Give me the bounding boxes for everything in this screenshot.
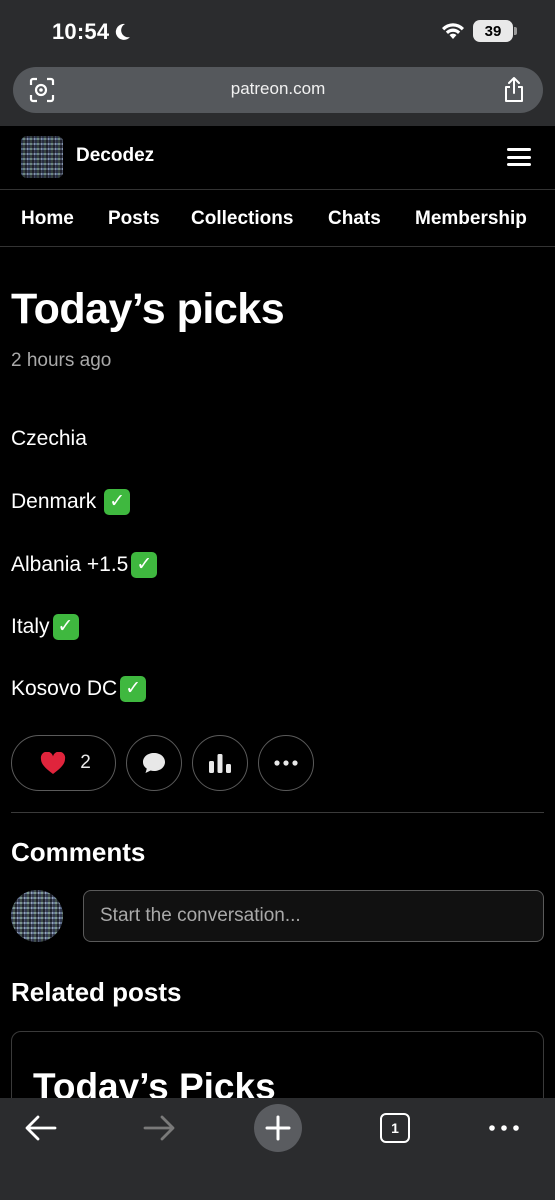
comments-heading: Comments	[11, 837, 146, 867]
check-mark-icon: ✓	[131, 552, 158, 578]
stats-icon	[209, 754, 231, 773]
status-time-text: 10:54	[52, 19, 110, 44]
status-indicators: 39	[441, 20, 517, 42]
comment-icon	[143, 753, 165, 773]
post-actions: 2	[11, 735, 314, 791]
browser-toolbar: 1	[0, 1098, 555, 1200]
share-icon[interactable]	[502, 76, 526, 104]
new-tab-button[interactable]	[254, 1104, 302, 1152]
check-mark-icon: ✓	[52, 614, 79, 640]
post-timestamp: 2 hours ago	[11, 350, 112, 371]
tabs-button[interactable]: 1	[371, 1108, 419, 1148]
comment-button[interactable]	[126, 735, 182, 791]
more-icon	[274, 760, 298, 766]
address-bar[interactable]: patreon.com	[13, 67, 543, 113]
pick-text: Kosovo DC	[11, 677, 118, 700]
tab-posts[interactable]: Posts	[108, 208, 160, 230]
like-count: 2	[80, 752, 91, 773]
pick-text: Albania +1.5	[11, 553, 129, 576]
site-header: Decodez	[0, 126, 555, 190]
creator-name[interactable]: Decodez	[76, 145, 154, 167]
tab-collections[interactable]: Collections	[191, 208, 293, 230]
back-button[interactable]	[17, 1108, 65, 1148]
creator-avatar[interactable]	[21, 136, 63, 178]
pick-item: Kosovo DC ✓	[11, 676, 147, 702]
pick-item: Albania +1.5 ✓	[11, 552, 158, 578]
status-time: 10:54	[52, 19, 131, 45]
pick-text: Denmark	[11, 490, 97, 513]
related-posts-heading: Related posts	[11, 977, 182, 1007]
stats-button[interactable]	[192, 735, 248, 791]
tab-membership[interactable]: Membership	[415, 208, 527, 230]
nav-tabs: Home Posts Collections Chats Membership	[0, 191, 555, 247]
plus-icon	[265, 1115, 291, 1141]
back-arrow-icon	[25, 1115, 57, 1141]
post-title: Today’s picks	[11, 285, 285, 333]
like-button[interactable]: 2	[11, 735, 116, 791]
tab-home[interactable]: Home	[21, 208, 74, 230]
browser-menu-button[interactable]	[480, 1108, 528, 1148]
pick-item: Italy ✓	[11, 614, 79, 640]
user-avatar	[11, 890, 63, 942]
wifi-icon	[442, 23, 464, 39]
pick-item: Denmark ✓	[11, 489, 131, 515]
browser-chrome-top: 10:54 39 patreon.com	[0, 0, 555, 126]
more-options-button[interactable]	[258, 735, 314, 791]
battery-indicator: 39	[473, 20, 517, 42]
pick-text: Czechia	[11, 427, 87, 450]
pick-text: Italy	[11, 615, 50, 638]
menu-icon[interactable]	[507, 148, 531, 166]
pick-item: Czechia	[11, 427, 87, 451]
tab-chats[interactable]: Chats	[328, 208, 381, 230]
forward-button[interactable]	[135, 1108, 183, 1148]
divider	[11, 812, 544, 813]
more-icon	[489, 1125, 519, 1131]
moon-icon	[116, 23, 131, 40]
check-mark-icon: ✓	[120, 676, 147, 702]
url-text: patreon.com	[230, 79, 326, 98]
heart-icon	[41, 751, 66, 774]
forward-arrow-icon	[143, 1115, 175, 1141]
tabs-icon: 1	[380, 1113, 410, 1143]
comment-input[interactable]	[83, 890, 544, 942]
check-mark-icon: ✓	[104, 489, 131, 515]
